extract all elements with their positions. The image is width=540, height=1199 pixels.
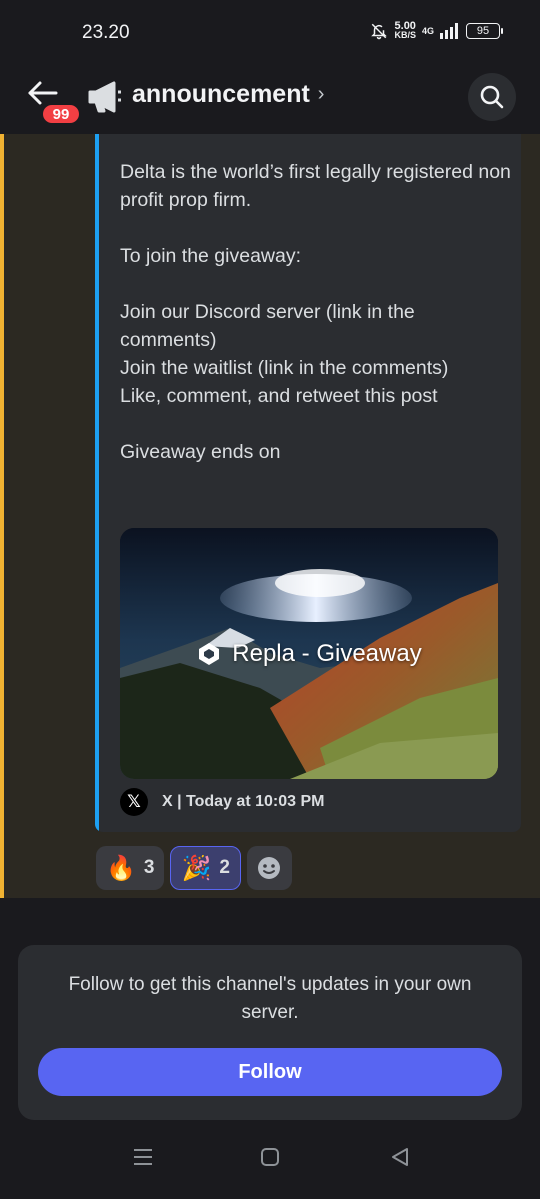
net-speed-unit: KB/S [394,30,416,40]
embed-text-line: Giveaway ends on [120,441,281,463]
home-icon[interactable] [258,1145,282,1169]
message-list[interactable]: Giveaway Alert: $1,000 to 2 lucky winner… [0,134,540,898]
highlight-bar [0,134,4,898]
follow-description: Follow to get this channel's updates in … [68,974,472,1023]
link-embed[interactable]: Giveaway Alert: $1,000 to 2 lucky winner… [95,134,521,832]
channel-header: 99 announcement › [0,66,540,134]
embed-text-line: To join the giveaway: [120,245,302,267]
embed-footer-text: X | Today at 10:03 PM [162,793,325,810]
repla-logo-icon [199,642,220,665]
party-popper-emoji-icon: 🎉 [181,854,212,882]
follow-card: Follow to get this channel's updates in … [18,945,522,1120]
add-reaction-smiley-icon [258,857,281,879]
battery-level: 95 [476,25,490,37]
fire-emoji-icon: 🔥 [106,854,136,882]
follow-button[interactable]: Follow [38,1048,502,1096]
embed-text-line: Like, comment, and retweet this post [120,385,438,407]
reaction-party[interactable]: 🎉 2 [170,846,241,890]
embed-color-bar [95,134,99,832]
reaction-count: 3 [143,857,155,878]
x-logo-icon: 𝕏 [120,788,148,816]
megaphone-icon [88,81,121,113]
status-bar: 23.20 5.00 KB/S 4G 95 [0,0,540,66]
battery-indicator: 95 [466,23,503,39]
chevron-right-icon: › [317,83,325,105]
net-speed: 5.00 KB/S [394,21,416,40]
channel-name: announcement [132,80,310,108]
discord-channel-screen: 23.20 5.00 KB/S 4G 95 99 announcement › … [0,0,540,1199]
search-icon [480,85,504,109]
mute-bell-icon [371,23,388,40]
image-caption: Repla - Giveaway [120,528,498,779]
reaction-bar: 🔥 3 🎉 2 [96,846,292,890]
signal-icon [440,23,458,39]
network-type: 4G [421,26,434,36]
embed-footer: 𝕏 X | Today at 10:03 PM [120,788,324,816]
reaction-count: 2 [219,857,230,878]
unread-badge: 99 [40,102,82,126]
status-time: 23.20 [82,22,130,43]
back-nav-icon[interactable] [388,1145,412,1169]
add-reaction-button[interactable] [246,846,292,890]
embed-text-line: Join our Discord server (link in the com… [120,301,415,351]
system-nav-bar [0,1129,540,1199]
embed-text-line: Delta is the world’s first legally regis… [120,161,511,211]
embed-image[interactable]: Repla - Giveaway [120,528,498,779]
reaction-fire[interactable]: 🔥 3 [96,846,165,890]
search-button[interactable] [468,73,516,121]
embed-text-line: Join the waitlist (link in the comments) [120,357,449,379]
embed-description: Giveaway Alert: $1,000 to 2 lucky winner… [120,134,515,466]
recent-apps-icon[interactable] [131,1145,155,1169]
channel-title[interactable]: announcement › [132,80,324,109]
status-icons: 5.00 KB/S 4G 95 [370,21,503,40]
image-caption-text: Repla - Giveaway [232,639,422,667]
